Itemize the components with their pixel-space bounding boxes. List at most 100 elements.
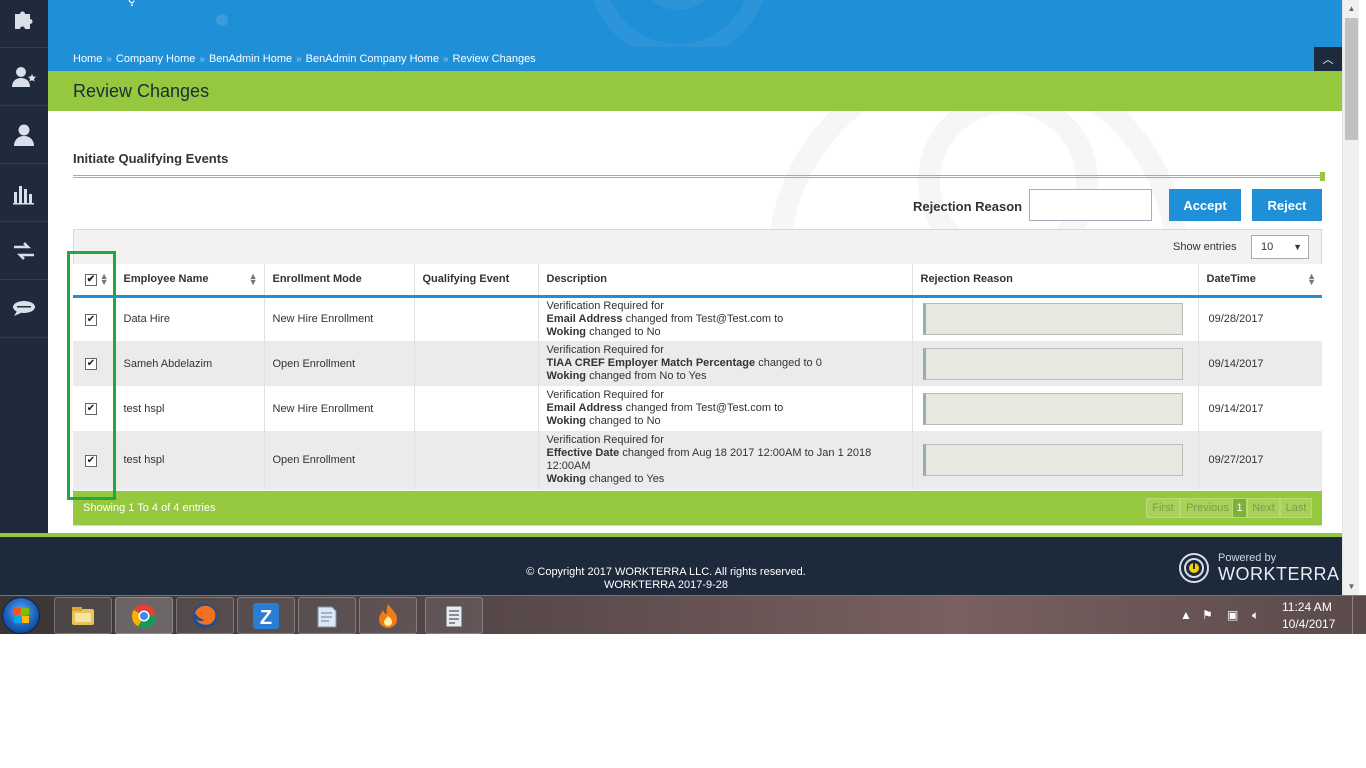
bar-chart-icon[interactable] [0,164,48,222]
sort-icon[interactable]: ▲ ▼ [249,272,258,287]
left-sidebar [0,0,48,533]
select-all-checkbox[interactable]: ✔ [85,273,97,286]
site-footer: © Copyright 2017 WORKTERRA LLC. All righ… [0,533,1342,595]
employee-name-cell: Data Hire [115,296,265,341]
breadcrumb-home[interactable]: Home [73,53,102,65]
workterra-logo-text: WORKTERRA [1218,564,1340,584]
breadcrumb-review-changes: Review Changes [452,53,536,65]
reject-button[interactable]: Reject [1252,189,1322,221]
scroll-thumb[interactable] [1345,18,1358,140]
network-icon[interactable]: ▣ [1227,608,1238,622]
description-line: Verification Required for [547,300,912,313]
row-rejection-reason-input[interactable] [922,392,1183,425]
workterra-logo-icon [1179,553,1209,583]
title-bar: Review Changes [48,71,1342,111]
description-field: Effective Date [546,447,620,459]
rejection-reason-input[interactable] [1029,189,1152,221]
clock-date[interactable]: 10/4/2017 [1282,617,1335,631]
windows-explorer-icon[interactable] [54,597,112,634]
puzzle-icon[interactable] [0,0,48,48]
row-rejection-reason-input[interactable] [922,347,1183,380]
sort-icon[interactable]: ▲ ▼ [1307,272,1316,287]
collapse-chevron-up-icon[interactable]: ︿ [1314,47,1342,71]
description-text: changed from No to Yes [586,370,707,382]
chat-bubble-icon[interactable] [0,280,48,338]
description-field: Email Address [546,402,623,414]
description-text: Verification Required for [546,344,664,356]
description-cell: Verification Required for Email Address c… [538,386,913,431]
description-field: TIAA CREF Employer Match Percentage [546,357,756,369]
chrome-icon[interactable] [115,597,173,634]
breadcrumb-benadmin-home[interactable]: BenAdmin Home [209,53,292,65]
row-checkbox-cell: ✔ [73,431,116,489]
description-line: Woking changed to No [547,415,912,428]
row-checkbox[interactable]: ✔ [85,358,97,370]
volume-icon[interactable]: 🔈︎ [1252,608,1259,623]
row-checkbox[interactable]: ✔ [85,313,97,326]
clock-time[interactable]: 11:24 AM [1282,600,1332,614]
document-app-icon[interactable] [425,597,483,634]
employee-name-cell: Sameh Abdelazim [115,341,265,386]
description-line: Woking changed to No [547,326,912,339]
col-employee-name[interactable]: Employee Name ▲ ▼ [115,264,265,298]
show-entries-select[interactable]: 10 ▼ [1251,235,1309,259]
col-enrollment-mode: Enrollment Mode [264,264,415,298]
description-text: Verification Required for [546,434,664,446]
description-cell: Verification Required for TIAA CREF Emplo… [538,341,913,386]
flame-app-icon[interactable] [359,597,417,634]
row-checkbox-cell: ✔ [73,296,116,341]
top-header: ç [48,0,1342,47]
rejection-reason-label: Rejection Reason [913,199,1023,214]
description-line: Verification Required for [547,344,912,357]
section-title: Initiate Qualifying Events [73,151,229,166]
enrollment-mode-cell: Open Enrollment [264,431,415,489]
row-rejection-reason-input[interactable] [922,444,1183,476]
rejection-reason-cell [912,431,1199,489]
pagination-next[interactable]: Next [1247,498,1280,518]
transfer-arrows-icon[interactable] [0,222,48,280]
description-text: changed to Yes [586,473,665,485]
rejection-reason-cell [912,341,1199,386]
pagination-last[interactable]: Last [1280,498,1312,518]
windows-logo-icon [14,608,29,623]
description-line: Woking changed to Yes [547,473,912,486]
breadcrumb-benadmin-company-home[interactable]: BenAdmin Company Home [306,53,439,65]
vertical-scrollbar[interactable]: ▲ ▼ [1342,0,1359,595]
section-divider [73,172,1325,181]
show-desktop-button[interactable] [1352,596,1366,634]
table-row: ✔ test hspl New Hire Enrollment Verificatio… [73,386,1322,431]
scroll-down-arrow-icon[interactable]: ▼ [1343,578,1360,595]
accept-button[interactable]: Accept [1169,189,1241,221]
pagination-previous[interactable]: Previous [1180,498,1235,518]
user-icon[interactable] [0,106,48,164]
description-line: Email Address changed from Test@Test.com… [547,402,912,415]
employee-name-cell: test hspl [115,431,265,489]
tray-expand-arrow-icon[interactable]: ▲ [1180,608,1192,622]
pagination-page-1[interactable]: 1 [1232,498,1247,518]
col-qualifying-event: Qualifying Event [414,264,539,298]
start-button[interactable] [2,597,40,634]
scroll-up-arrow-icon[interactable]: ▲ [1343,0,1360,17]
rejection-reason-cell [912,386,1199,431]
rejection-reason-cell [912,296,1199,341]
action-center-flag-icon[interactable]: ⚑ [1202,608,1213,622]
description-text: changed from Test@Test.com to [622,402,784,414]
sort-icon[interactable]: ▲ ▼ [100,272,109,287]
z-app-icon[interactable]: Z [237,597,295,634]
enrollment-mode-cell: Open Enrollment [264,341,415,386]
breadcrumb-company-home[interactable]: Company Home [116,53,195,65]
datetime-cell: 09/27/2017 [1198,431,1322,489]
description-text: changed to No [586,325,661,338]
employee-name-cell: test hspl [115,386,265,431]
datetime-cell: 09/14/2017 [1198,386,1322,431]
enrollment-mode-cell: New Hire Enrollment [264,386,415,431]
row-checkbox[interactable]: ✔ [85,403,97,415]
row-checkbox[interactable]: ✔ [85,454,97,467]
firefox-icon[interactable] [176,597,234,634]
row-rejection-reason-input[interactable] [922,303,1183,336]
col-datetime[interactable]: DateTime ▲ ▼ [1198,264,1322,298]
row-checkbox-cell: ✔ [73,341,116,386]
pagination-first[interactable]: First [1146,498,1180,518]
user-star-icon[interactable] [0,48,48,106]
notepad-icon[interactable] [298,597,356,634]
